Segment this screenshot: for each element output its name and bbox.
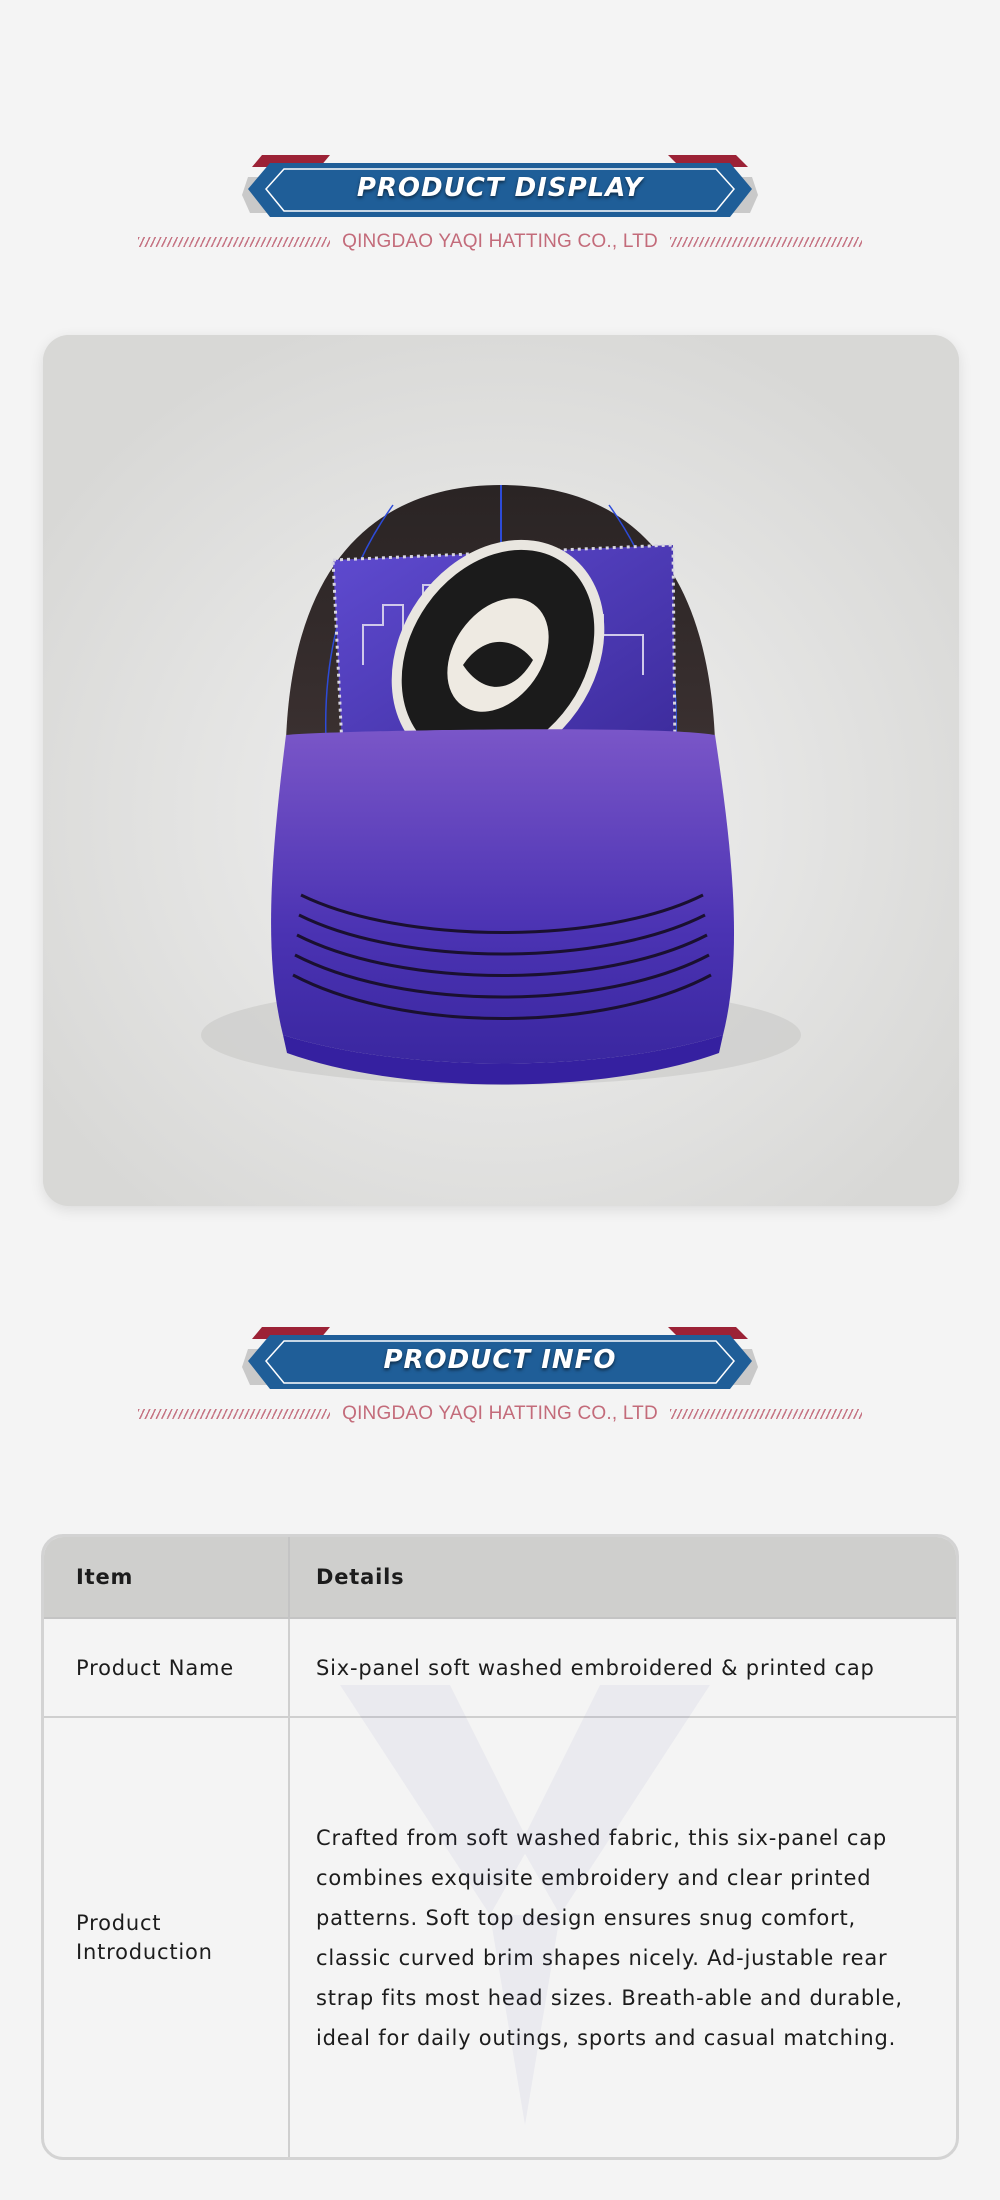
header-item: Item (44, 1537, 290, 1617)
product-photo-card (43, 335, 959, 1206)
company-subtitle-row: QINGDAO YAQI HATTING CO., LTD (0, 230, 1000, 254)
hatch-decoration-left (138, 1409, 331, 1419)
row-details-value: Crafted from soft washed fabric, this si… (316, 1825, 903, 2050)
row-details-value: Six-panel soft washed embroidered & prin… (316, 1655, 875, 1680)
header-details: Details (316, 1565, 405, 1589)
cap-image (43, 335, 959, 1206)
company-subtitle-row: QINGDAO YAQI HATTING CO., LTD (0, 1402, 1000, 1426)
section-title-display: PRODUCT DISPLAY (356, 173, 644, 203)
table-row: Product Introduction Crafted from soft w… (44, 1718, 956, 2157)
row-item-label: Product Introduction (44, 1718, 290, 2157)
section-header-display: PRODUCT DISPLAY QINGDAO YAQI HATTING CO.… (0, 155, 1000, 275)
row-item-label: Product Name (44, 1619, 290, 1716)
table-header-row: Item Details (44, 1537, 956, 1619)
hatch-decoration-right (669, 237, 862, 247)
company-name: QINGDAO YAQI HATTING CO., LTD (342, 231, 658, 252)
row-item-label-text: Product Introduction (76, 1910, 213, 1964)
company-name: QINGDAO YAQI HATTING CO., LTD (342, 1403, 658, 1424)
hatch-decoration-right (669, 1409, 862, 1419)
product-info-table: Item Details Product Name Six-panel soft… (41, 1534, 959, 2160)
section-title-info: PRODUCT INFO (383, 1345, 617, 1375)
table-row: Product Name Six-panel soft washed embro… (44, 1619, 956, 1718)
hatch-decoration-left (138, 237, 331, 247)
section-header-info: PRODUCT INFO QINGDAO YAQI HATTING CO., L… (0, 1327, 1000, 1447)
